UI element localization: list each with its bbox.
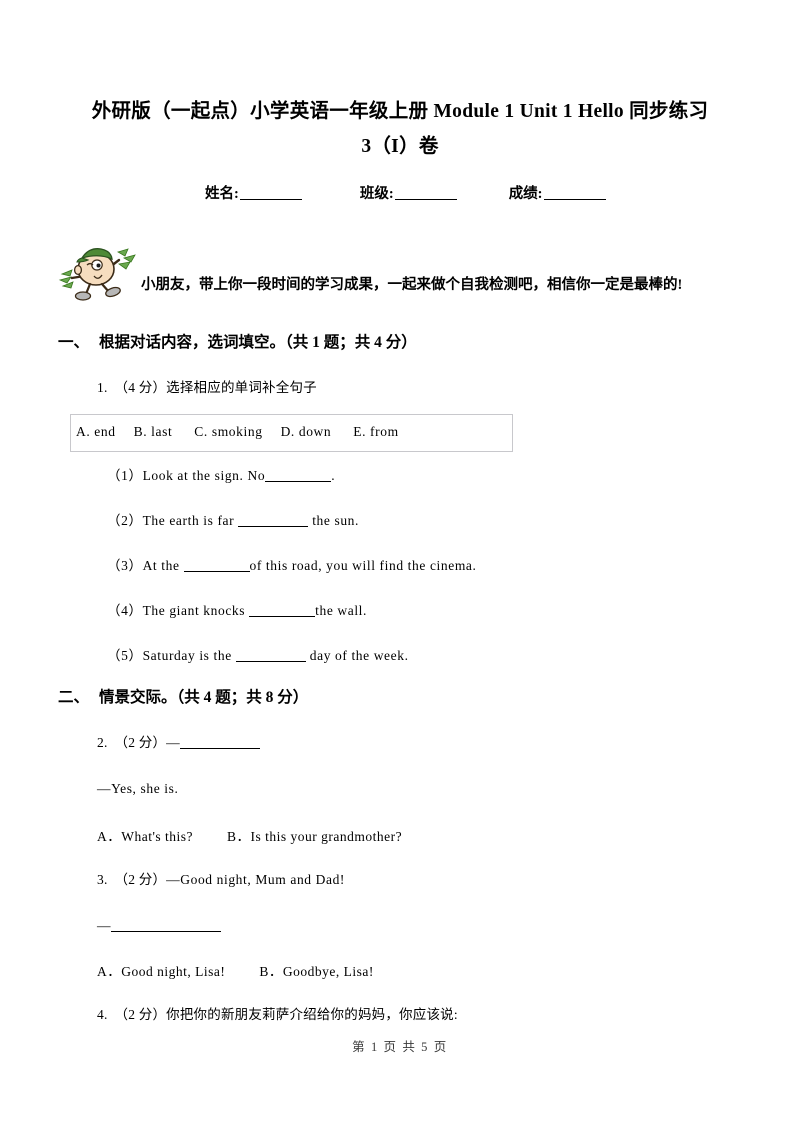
section-2-number: 二、 <box>58 689 90 706</box>
item-3-after: of this road, you will find the cinema. <box>249 558 477 573</box>
item-4-blank[interactable] <box>249 616 316 617</box>
question-1-text: 选择相应的单词补全句子 <box>166 380 317 395</box>
question-2-number: 2. <box>97 735 108 750</box>
page-title-line-1: 外研版（一起点）小学英语一年级上册 Module 1 Unit 1 Hello … <box>91 101 709 122</box>
section-heading-2: 二、 情景交际。（共 4 题；共 8 分） <box>58 685 308 707</box>
word-bank-option-b: B. last <box>133 424 173 439</box>
question-3-answer-line: — <box>97 918 222 934</box>
question-1-item-5: （5）Saturday is the day of the week. <box>107 644 409 664</box>
item-3-label: （3） <box>107 558 143 573</box>
student-info-row: 姓名: 班级: 成绩: <box>205 182 625 203</box>
question-3-blank[interactable] <box>111 931 222 932</box>
item-1-label: （1） <box>107 468 143 483</box>
student-class-field[interactable]: 班级: <box>360 182 457 203</box>
question-2-points: （2 分） <box>114 735 167 750</box>
item-5-blank[interactable] <box>235 661 306 662</box>
question-3-points: （2 分） <box>114 872 167 887</box>
student-class-blank[interactable] <box>394 199 457 200</box>
student-name-blank[interactable] <box>239 199 302 200</box>
question-3-option-b[interactable]: B．Goodbye, Lisa! <box>259 964 373 979</box>
section-1-title: 根据对话内容，选词填空。 <box>99 334 286 351</box>
item-5-before: Saturday is the <box>142 648 236 663</box>
question-3-options: A．Good night, Lisa! B．Goodbye, Lisa! <box>97 960 374 980</box>
question-1-item-1: （1）Look at the sign. No. <box>107 464 335 484</box>
question-2-options: A．What's this? B．Is this your grandmother… <box>97 825 402 845</box>
word-bank-option-a: A. end <box>76 424 116 439</box>
section-heading-1: 一、 根据对话内容，选词填空。（共 1 题；共 4 分） <box>58 330 417 352</box>
question-1-item-3: （3）At the of this road, you will find th… <box>107 554 477 574</box>
item-2-label: （2） <box>107 513 143 528</box>
item-2-before: The earth is far <box>142 513 239 528</box>
question-2-prompt: 2. （2 分）— <box>97 731 260 751</box>
question-2-answer: —Yes, she is. <box>97 781 179 796</box>
question-4-points: （2 分） <box>114 1007 167 1022</box>
student-name-label: 姓名: <box>205 186 239 202</box>
item-5-label: （5） <box>107 648 143 663</box>
question-4-prompt: 4. （2 分）你把你的新朋友莉萨介绍给你的妈妈，你应该说: <box>97 1003 458 1023</box>
item-1-blank[interactable] <box>265 481 332 482</box>
greeting-banner: 小朋友，带上你一段时间的学习成果，一起来做个自我检测吧，相信你一定是最棒的! <box>56 240 746 306</box>
question-3-dash: — <box>97 918 112 933</box>
greeting-text: 小朋友，带上你一段时间的学习成果，一起来做个自我检测吧，相信你一定是最棒的! <box>141 277 683 293</box>
item-4-after: the wall. <box>315 603 368 618</box>
student-score-label: 成绩: <box>508 186 543 202</box>
student-class-label: 班级: <box>359 186 394 202</box>
question-3-text: —Good night, Mum and Dad! <box>166 872 346 887</box>
question-3-prompt: 3. （2 分）—Good night, Mum and Dad! <box>97 868 345 888</box>
question-4-text: 你把你的新朋友莉萨介绍给你的妈妈，你应该说: <box>166 1007 458 1022</box>
word-bank-box: A. end B. last C. smoking D. down E. from <box>70 414 513 452</box>
question-3-option-a[interactable]: A．Good night, Lisa! <box>97 964 225 979</box>
page-title: 外研版（一起点）小学英语一年级上册 Module 1 Unit 1 Hello … <box>78 94 722 164</box>
question-1-item-2: （2）The earth is far the sun. <box>107 509 359 529</box>
item-4-before: The giant knocks <box>142 603 250 618</box>
section-2-meta: （共 4 题；共 8 分） <box>176 689 309 706</box>
page-title-line-2: 3（I）卷 <box>361 136 439 157</box>
question-1-points: （4 分） <box>114 380 167 395</box>
item-3-blank[interactable] <box>183 571 250 572</box>
item-4-label: （4） <box>107 603 143 618</box>
student-score-field[interactable]: 成绩: <box>509 182 606 203</box>
item-2-blank[interactable] <box>238 526 309 527</box>
question-2-option-a[interactable]: A．What's this? <box>97 829 193 844</box>
word-bank-options: A. end B. last C. smoking D. down E. from <box>76 424 399 440</box>
worksheet-page: 外研版（一起点）小学英语一年级上册 Module 1 Unit 1 Hello … <box>0 0 800 1132</box>
question-1-prompt: 1. （4 分）选择相应的单词补全句子 <box>97 376 317 396</box>
item-5-after: day of the week. <box>305 648 409 663</box>
item-3-before: At the <box>142 558 184 573</box>
student-score-blank[interactable] <box>543 199 606 200</box>
question-3-number: 3. <box>97 872 108 887</box>
page-footer: 第 1 页 共 5 页 <box>352 1040 448 1054</box>
question-2-blank[interactable] <box>179 748 260 749</box>
section-1-number: 一、 <box>58 334 90 351</box>
question-1-number: 1. <box>97 380 108 395</box>
section-1-meta: （共 1 题；共 4 分） <box>285 334 417 351</box>
cartoon-boy-icon <box>58 248 136 301</box>
question-2-dash: — <box>166 735 180 750</box>
item-1-before: Look at the sign. No <box>142 468 266 483</box>
word-bank-option-e: E. from <box>353 424 399 439</box>
question-1-item-4: （4）The giant knocks the wall. <box>107 599 367 619</box>
student-name-field[interactable]: 姓名: <box>205 182 302 203</box>
question-2-option-b[interactable]: B．Is this your grandmother? <box>227 829 402 844</box>
section-2-title: 情景交际。 <box>99 689 177 706</box>
word-bank-option-c: C. smoking <box>194 424 263 439</box>
question-4-number: 4. <box>97 1007 108 1022</box>
item-2-after: the sun. <box>308 513 359 528</box>
word-bank-option-d: D. down <box>280 424 332 439</box>
item-1-after: . <box>331 468 336 483</box>
